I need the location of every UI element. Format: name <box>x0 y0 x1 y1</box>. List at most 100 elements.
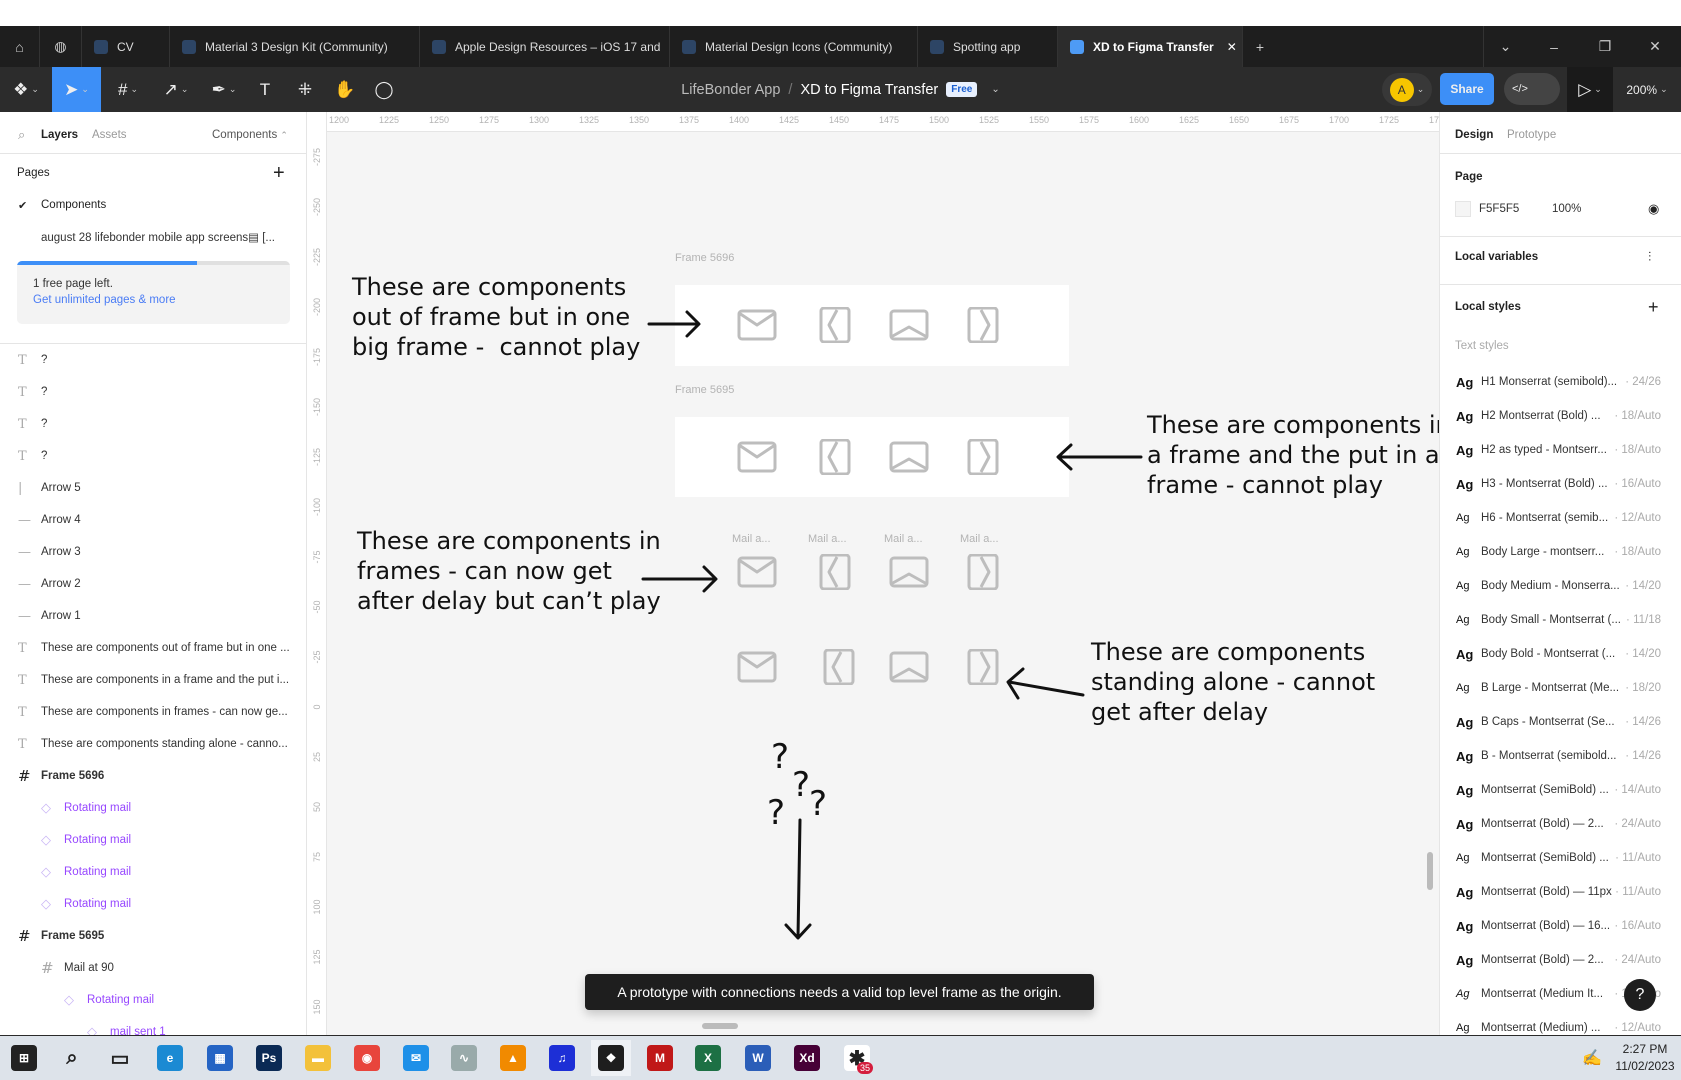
zoom-menu[interactable]: 200% ⌄ <box>1613 67 1681 112</box>
text-style-item[interactable]: Ag B Large - Montserrat (Me... · 18/20 <box>1440 672 1681 704</box>
eye-icon[interactable]: ◉ <box>1648 201 1659 217</box>
main-menu-button[interactable]: ❖ ⌄ <box>0 67 52 112</box>
taskbar-figma[interactable]: ❖ <box>591 1040 631 1076</box>
share-button[interactable]: Share <box>1440 73 1494 105</box>
text-style-item[interactable]: Ag Montserrat (Bold) — 16... · 16/Auto <box>1440 910 1681 942</box>
taskbar-chrome[interactable]: ◉ <box>347 1040 387 1076</box>
color-swatch[interactable] <box>1455 201 1471 217</box>
text-style-item[interactable]: Ag B Caps - Montserrat (Se... · 14/26 <box>1440 706 1681 738</box>
page-item-components[interactable]: ✔ Components <box>0 189 306 221</box>
browser-tab[interactable]: Material 3 Design Kit (Community) <box>170 26 420 67</box>
text-style-item[interactable]: Ag Montserrat (Bold) — 11px · 11/Auto <box>1440 876 1681 908</box>
browser-tab[interactable]: Apple Design Resources – iOS 17 and <box>420 26 670 67</box>
globe-icon[interactable]: ◍ <box>40 26 82 67</box>
new-tab-button[interactable]: + <box>1238 26 1282 67</box>
layer-item[interactable]: T These are components standing alone - c… <box>0 728 306 760</box>
text-tool[interactable]: T <box>252 67 278 112</box>
horizontal-scrollbar[interactable] <box>702 1023 738 1029</box>
page-item-august-28[interactable]: august 28 lifebonder mobile app screens▤… <box>0 221 306 253</box>
layer-item[interactable]: — Arrow 4 <box>0 504 306 536</box>
text-style-item[interactable]: Ag H2 Montserrat (Bold) ... · 18/Auto <box>1440 400 1681 432</box>
taskbar-edge[interactable]: e <box>150 1040 190 1076</box>
text-style-item[interactable]: Ag Body Large - montserr... · 18/Auto <box>1440 536 1681 568</box>
tab-close-icon[interactable]: ✕ <box>1227 40 1237 54</box>
layer-item[interactable]: T? <box>0 376 306 408</box>
layer-item[interactable]: ◇ Rotating mail <box>0 792 306 824</box>
layer-item[interactable]: T? <box>0 344 306 376</box>
text-style-item[interactable]: Ag Montserrat (SemiBold) ... · 11/Auto <box>1440 842 1681 874</box>
layer-item[interactable]: ◇ Rotating mail <box>0 824 306 856</box>
vertical-scrollbar[interactable] <box>1427 852 1433 890</box>
layer-item[interactable]: — Arrow 1 <box>0 600 306 632</box>
taskbar-file-explorer[interactable]: ▬ <box>298 1040 338 1076</box>
move-tool[interactable]: ➤ ⌄ <box>52 67 101 112</box>
text-style-item[interactable]: Ag Montserrat (Bold) — 2... · 24/Auto <box>1440 944 1681 976</box>
taskbar-task-view[interactable]: ▭ <box>100 1040 140 1076</box>
text-style-item[interactable]: Ag H3 - Montserrat (Bold) ... · 16/Auto <box>1440 468 1681 500</box>
taskbar-vlc[interactable]: ▲ <box>493 1040 533 1076</box>
upgrade-link[interactable]: Get unlimited pages & more <box>33 294 176 306</box>
taskbar-mail[interactable]: ✉ <box>396 1040 436 1076</box>
text-style-item[interactable]: Ag H2 as typed - Montserr... · 18/Auto <box>1440 434 1681 466</box>
layer-item[interactable]: T These are components in a frame and the… <box>0 664 306 696</box>
layer-item[interactable]: T? <box>0 440 306 472</box>
dev-mode-toggle[interactable]: </> <box>1504 73 1560 105</box>
hand-tool[interactable]: ✋ <box>332 67 358 112</box>
resources-tool[interactable]: ⁜ <box>292 67 318 112</box>
chevron-down-icon[interactable]: ⌄ <box>991 84 999 95</box>
taskbar-search[interactable]: ⌕ <box>52 1040 92 1076</box>
text-style-item[interactable]: Ag Montserrat (Bold) — 2... · 24/Auto <box>1440 808 1681 840</box>
browser-tab[interactable]: Material Design Icons (Community) <box>670 26 918 67</box>
layer-item[interactable]: ◇ Rotating mail <box>0 856 306 888</box>
taskbar-monitor[interactable]: ∿ <box>444 1040 484 1076</box>
present-button[interactable]: ▷ ⌄ <box>1567 67 1613 112</box>
text-style-item[interactable]: Ag Montserrat (Medium) ... · 12/Auto <box>1440 1012 1681 1035</box>
components-page-selector[interactable]: Components ⌃ <box>212 129 288 141</box>
file-name[interactable]: XD to Figma Transfer <box>800 82 938 98</box>
variables-sliders-icon[interactable]: ⫶ <box>1648 249 1651 265</box>
tab-assets[interactable]: Assets <box>92 129 127 141</box>
tabs-dropdown-icon[interactable]: ⌄ <box>1483 26 1527 67</box>
pen-icon[interactable]: ✍ <box>1582 1048 1602 1068</box>
taskbar-excel[interactable]: X <box>688 1040 728 1076</box>
layer-item[interactable]: # Mail at 90 <box>0 952 306 984</box>
taskbar-photoshop[interactable]: Ps <box>249 1040 289 1076</box>
help-button[interactable]: ? <box>1624 979 1656 1011</box>
minimize-button[interactable]: – <box>1532 26 1576 67</box>
layer-item[interactable]: ◇ Rotating mail <box>0 888 306 920</box>
layer-item[interactable]: # Frame 5695 <box>0 920 306 952</box>
layer-item[interactable]: — Arrow 3 <box>0 536 306 568</box>
canvas[interactable]: 1200 1225 1250 1275 1300 1325 1350 1375 1400 1425… <box>307 112 1439 1035</box>
frame-tool[interactable]: # ⌄ <box>108 67 148 112</box>
layer-item[interactable]: — Arrow 2 <box>0 568 306 600</box>
text-style-item[interactable]: Ag Body Medium - Monserra... · 14/20 <box>1440 570 1681 602</box>
browser-tab[interactable]: CV <box>82 26 170 67</box>
layer-item[interactable]: ◇ Rotating mail <box>0 984 306 1016</box>
browser-tab[interactable]: XD to Figma Transfer ✕ <box>1058 26 1243 67</box>
home-icon[interactable]: ⌂ <box>0 26 40 67</box>
text-style-item[interactable]: Ag Body Small - Montserrat (... · 11/18 <box>1440 604 1681 636</box>
page-opacity-value[interactable]: 100% <box>1552 203 1581 215</box>
clock[interactable]: 2:27 PM 11/02/2023 <box>1614 1041 1676 1075</box>
taskbar-xd[interactable]: Xd <box>787 1040 827 1076</box>
project-name[interactable]: LifeBonder App <box>681 82 780 98</box>
taskbar-slack[interactable]: ✱ 35 <box>837 1040 877 1076</box>
taskbar-word[interactable]: W <box>738 1040 778 1076</box>
layer-item[interactable]: ◇ mail sent 1 <box>0 1016 306 1036</box>
local-variables-row[interactable]: Local variables ⫶ <box>1440 241 1681 273</box>
comment-tool[interactable]: ◯ <box>371 67 397 112</box>
text-style-item[interactable]: Ag H6 - Montserrat (semib... · 12/Auto <box>1440 502 1681 534</box>
text-style-item[interactable]: Ag Montserrat (SemiBold) ... · 14/Auto <box>1440 774 1681 806</box>
tab-design[interactable]: Design <box>1455 129 1493 141</box>
text-style-item[interactable]: Ag Body Bold - Montserrat (... · 14/20 <box>1440 638 1681 670</box>
layer-item[interactable]: T These are components in frames - can no… <box>0 696 306 728</box>
page-color-value[interactable]: F5F5F5 <box>1479 203 1519 215</box>
tab-layers[interactable]: Layers <box>41 129 78 141</box>
taskbar-audacity[interactable]: ♫ <box>542 1040 582 1076</box>
multiplayer-button[interactable]: A ⌄ <box>1382 73 1432 106</box>
tab-prototype[interactable]: Prototype <box>1507 129 1556 141</box>
shape-tool[interactable]: ↗ ⌄ <box>156 67 196 112</box>
taskbar-store[interactable]: ▦ <box>200 1040 240 1076</box>
text-style-item[interactable]: Ag H1 Monserrat (semibold)... · 24/26 <box>1440 366 1681 398</box>
taskbar-start[interactable]: ⊞ <box>4 1040 44 1076</box>
